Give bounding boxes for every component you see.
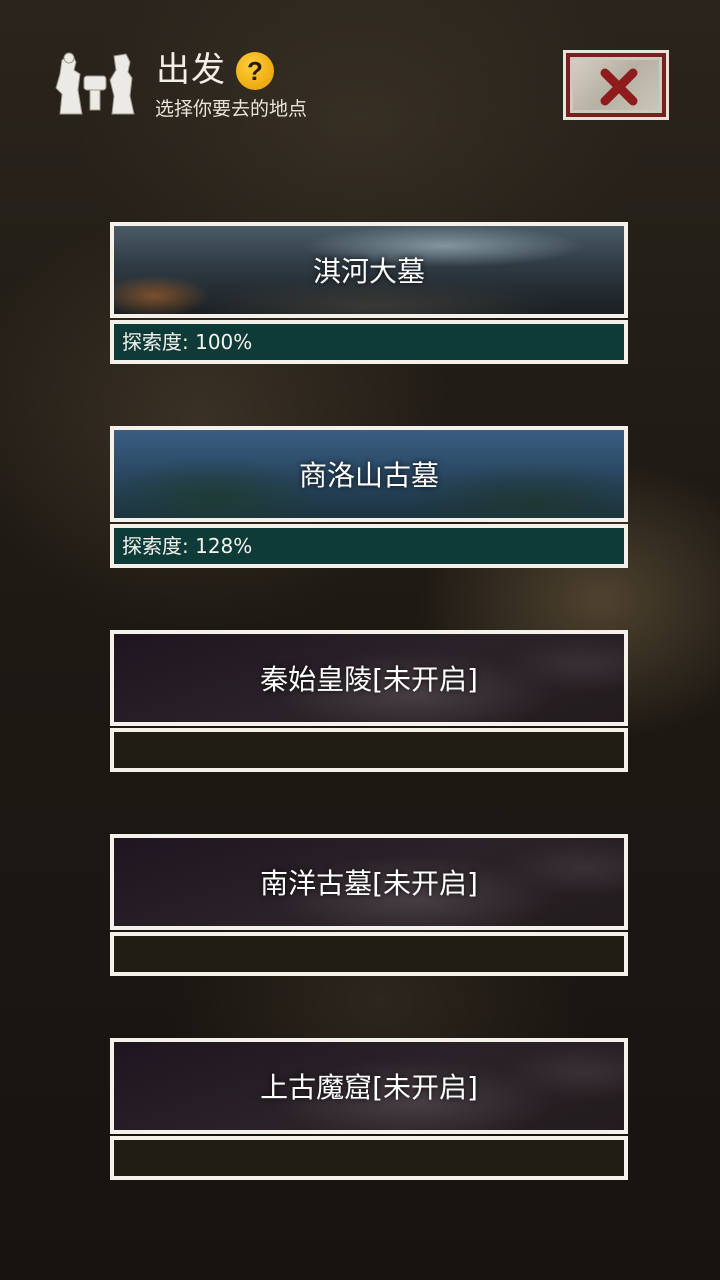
location-name: 秦始皇陵[未开启] <box>260 663 478 696</box>
location-card-shanggu[interactable]: 上古魔窟[未开启] <box>110 1038 628 1180</box>
exploration-progress-locked <box>110 1136 628 1180</box>
exploration-progress: 探索度: 128% <box>110 524 628 568</box>
location-card-qihe[interactable]: 淇河大墓 探索度: 100% <box>110 222 628 364</box>
location-banner[interactable]: 淇河大墓 <box>110 222 628 318</box>
location-banner[interactable]: 上古魔窟[未开启] <box>110 1038 628 1134</box>
location-banner[interactable]: 南洋古墓[未开启] <box>110 834 628 930</box>
page-subtitle: 选择你要去的地点 <box>155 98 308 120</box>
close-button[interactable] <box>563 50 669 120</box>
location-banner[interactable]: 秦始皇陵[未开启] <box>110 630 628 726</box>
location-card-shangluo[interactable]: 商洛山古墓 探索度: 128% <box>110 426 628 568</box>
location-name: 淇河大墓 <box>312 255 425 288</box>
exploration-progress-locked <box>110 728 628 772</box>
location-card-nanyang[interactable]: 南洋古墓[未开启] <box>110 834 628 976</box>
location-name: 上古魔窟[未开启] <box>260 1071 478 1104</box>
location-banner[interactable]: 商洛山古墓 <box>110 426 628 522</box>
location-card-qinshihuang[interactable]: 秦始皇陵[未开启] <box>110 630 628 772</box>
exploration-progress: 探索度: 100% <box>110 320 628 364</box>
top-bar: 出发 ? 选择你要去的地点 <box>0 0 720 130</box>
location-name: 南洋古墓[未开启] <box>260 867 478 900</box>
explorer-silhouette-icon <box>54 50 136 118</box>
exploration-progress-locked <box>110 932 628 976</box>
help-icon[interactable]: ? <box>236 52 274 90</box>
location-name: 商洛山古墓 <box>298 459 439 492</box>
page-title: 出发 <box>156 50 226 90</box>
close-x-icon <box>600 68 638 106</box>
